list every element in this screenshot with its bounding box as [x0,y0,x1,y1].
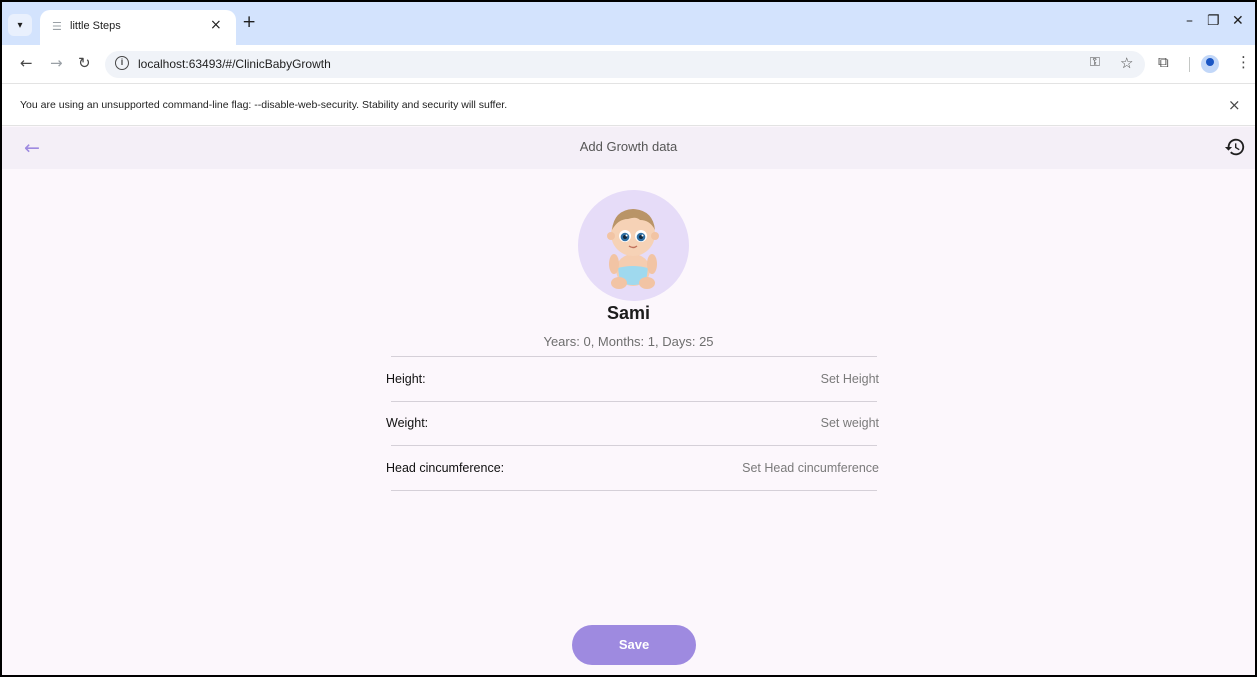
minimize-icon[interactable]: – [1186,13,1193,29]
tab-close-icon[interactable]: × [210,17,222,33]
more-menu-icon[interactable]: ⋮ [1236,53,1251,71]
site-info-icon[interactable]: i [115,56,129,70]
restore-icon[interactable]: ❐ [1207,13,1220,29]
page-favicon-icon: ☰ [52,20,62,33]
weight-label: Weight: [386,416,429,430]
head-circumference-value-input[interactable]: Set Head cincumference [742,461,879,475]
url-text: localhost:63493/#/ClinicBabyGrowth [138,57,331,71]
back-arrow-icon[interactable]: ← [20,54,33,72]
divider [391,356,877,357]
browser-window: ▾ ☰ little Steps × + – ❐ ✕ ← → ↻ i local… [0,0,1257,677]
browser-toolbar: ← → ↻ i localhost:63493/#/ClinicBabyGrow… [2,45,1255,83]
extensions-puzzle-icon[interactable]: ⧉ [1158,53,1169,71]
divider [391,401,877,402]
save-button[interactable]: Save [572,625,696,665]
tab-search-chevron-icon[interactable]: ▾ [8,14,32,36]
app-bar: ← Add Growth data [2,127,1255,169]
tab-strip: ▾ ☰ little Steps × + – ❐ ✕ [2,2,1255,45]
head-circumference-label: Head cincumference: [386,461,505,475]
forward-arrow-icon[interactable]: → [50,54,63,72]
infobar-close-icon[interactable]: × [1228,96,1241,114]
reload-icon[interactable]: ↻ [78,54,91,72]
profile-avatar-icon[interactable] [1201,55,1219,73]
baby-illustration-icon [607,209,659,289]
browser-tab[interactable]: ☰ little Steps × [40,10,236,45]
bookmark-star-icon[interactable]: ☆ [1120,54,1133,72]
baby-age: Years: 0, Months: 1, Days: 25 [543,334,714,349]
divider [391,445,877,446]
tab-title: little Steps [70,20,121,32]
password-key-icon[interactable]: ⚿ [1090,55,1100,70]
baby-avatar [578,190,689,301]
baby-name: Sami [606,303,651,323]
divider [391,490,877,491]
weight-value-input[interactable]: Set weight [821,416,879,430]
address-bar[interactable]: i localhost:63493/#/ClinicBabyGrowth ⚿ ☆ [105,51,1145,78]
toolbar-separator [1189,57,1190,72]
new-tab-icon[interactable]: + [242,12,256,32]
warning-infobar: You are using an unsupported command-lin… [2,83,1255,126]
warning-message: You are using an unsupported command-lin… [20,99,508,111]
window-close-icon[interactable]: ✕ [1232,13,1244,29]
height-label: Height: [386,372,426,386]
history-icon[interactable] [1224,136,1246,158]
page-title: Add Growth data [579,139,678,154]
height-value-input[interactable]: Set Height [821,372,879,386]
